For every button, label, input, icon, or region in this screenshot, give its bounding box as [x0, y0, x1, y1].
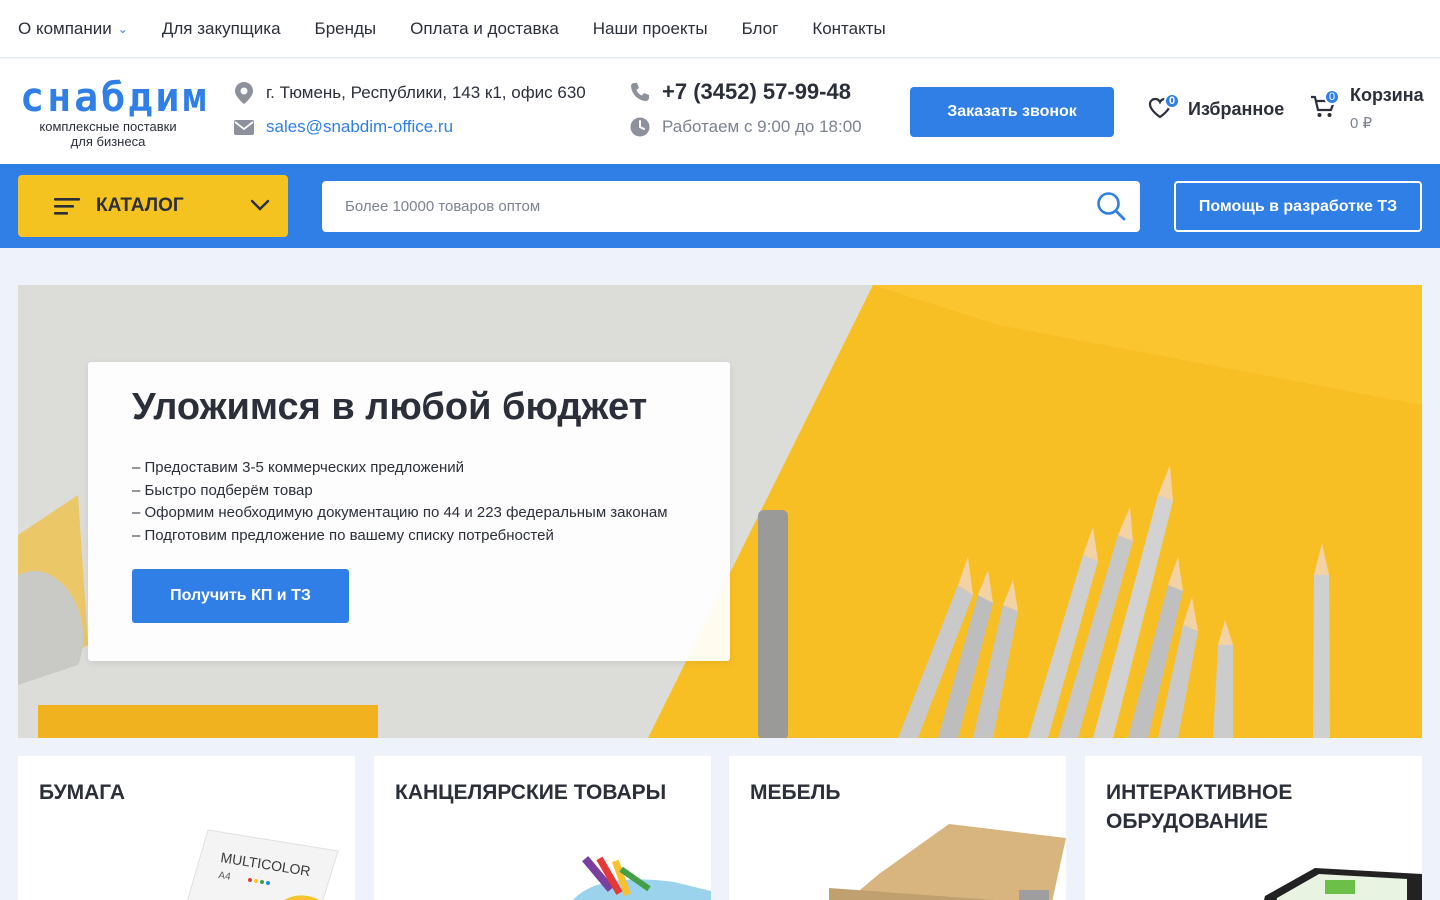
- list-item: – Быстро подберём товар: [132, 481, 313, 499]
- search-input[interactable]: [322, 181, 1082, 232]
- category-card-interactive[interactable]: ИНТЕРАКТИВНОЕ ОБРУДОВАНИЕ: [1085, 756, 1422, 900]
- logo-subtitle-2: для бизнеса: [70, 134, 146, 149]
- list-item: – Предоставим 3-5 коммерческих предложен…: [132, 459, 465, 476]
- nav-about-label: О компании: [18, 18, 112, 38]
- list-item: – Оформим необходимую документацию по 44…: [132, 504, 668, 521]
- logo[interactable]: снабдим комплексные поставки для бизнеса: [20, 75, 210, 149]
- paper-pack-image: MULTICOLOR A4: [187, 829, 339, 900]
- list-item: – Подготовим предложение по вашему списк…: [132, 526, 554, 544]
- catalog-search-bar: КАТАЛОГ Помощь в разработке ТЗ: [0, 164, 1440, 248]
- search-icon[interactable]: [1096, 191, 1126, 226]
- logo-word: снабдим: [20, 75, 210, 121]
- favorites-count-badge: 0: [1164, 93, 1180, 109]
- hero-title: Уложимся в любой бюджет: [132, 386, 648, 428]
- paper-pack-size: A4: [218, 870, 232, 883]
- get-offer-button[interactable]: Получить КП и ТЗ: [132, 569, 349, 623]
- cart-label: Корзина: [1350, 85, 1424, 105]
- address-text: г. Тюмень, Республики, 143 к1, офис 630: [266, 83, 586, 102]
- favorites-link[interactable]: 0 Избранное: [1148, 93, 1285, 121]
- location-pin-icon: [234, 82, 254, 104]
- working-hours: Работаем с 9:00 до 18:00: [630, 117, 862, 137]
- order-call-button[interactable]: Заказать звонок: [910, 87, 1114, 137]
- nav-payment-delivery[interactable]: Оплата и доставка: [410, 19, 559, 39]
- email-text: sales@snabdim-office.ru: [266, 117, 454, 136]
- hero-card: Уложимся в любой бюджет – Предоставим 3-…: [88, 362, 730, 661]
- top-nav: О компании ⌄ Для закупщика Бренды Оплата …: [0, 0, 1440, 58]
- chevron-down-icon: [250, 195, 270, 221]
- catalog-button[interactable]: КАТАЛОГ: [18, 175, 288, 237]
- desk-image: [829, 824, 1066, 900]
- phone-icon: [630, 82, 650, 102]
- header: снабдим комплексные поставки для бизнеса…: [0, 59, 1440, 164]
- hours-text: Работаем с 9:00 до 18:00: [662, 117, 862, 136]
- mail-icon: [234, 117, 254, 137]
- nav-about[interactable]: О компании ⌄: [18, 19, 128, 39]
- search-box: [322, 181, 1140, 232]
- chevron-down-icon: ⌄: [117, 21, 128, 36]
- hero-benefits-list: – Предоставим 3-5 коммерческих предложен…: [132, 457, 686, 547]
- category-card-furniture[interactable]: МЕБЕЛЬ: [729, 756, 1066, 900]
- category-card-stationery[interactable]: КАНЦЕЛЯРСКИЕ ТОВАРЫ: [374, 756, 711, 900]
- interactive-panel-image: [1264, 868, 1422, 900]
- stationery-image: [573, 856, 711, 900]
- menu-lines-icon: [54, 196, 80, 216]
- logo-subtitle-1: комплексные поставки: [39, 119, 177, 134]
- email-link[interactable]: sales@snabdim-office.ru: [234, 117, 453, 137]
- clock-icon: [630, 117, 650, 137]
- nav-contacts[interactable]: Контакты: [812, 19, 885, 39]
- address: г. Тюмень, Республики, 143 к1, офис 630: [234, 82, 586, 104]
- nav-brands[interactable]: Бренды: [315, 19, 377, 39]
- nav-for-buyer[interactable]: Для закупщика: [162, 19, 281, 39]
- cart-sum: 0 ₽: [1350, 115, 1373, 132]
- category-card-paper[interactable]: БУМАГА MULTICOLOR A4: [18, 756, 355, 900]
- phone-link[interactable]: +7 (3452) 57-99-48: [630, 79, 851, 105]
- favorites-label: Избранное: [1188, 98, 1285, 119]
- cart-count-badge: 0: [1324, 89, 1340, 105]
- nav-blog[interactable]: Блог: [742, 19, 779, 39]
- catalog-label: КАТАЛОГ: [96, 195, 184, 216]
- nav-projects[interactable]: Наши проекты: [593, 19, 708, 39]
- hero-banner: Уложимся в любой бюджет – Предоставим 3-…: [18, 285, 1422, 738]
- heart-icon: 0: [1148, 93, 1180, 121]
- cart-icon: 0: [1310, 89, 1340, 123]
- cart-link[interactable]: 0 Корзина 0 ₽: [1310, 85, 1424, 132]
- tz-help-button[interactable]: Помощь в разработке ТЗ: [1174, 181, 1422, 232]
- phone-text: +7 (3452) 57-99-48: [662, 79, 851, 104]
